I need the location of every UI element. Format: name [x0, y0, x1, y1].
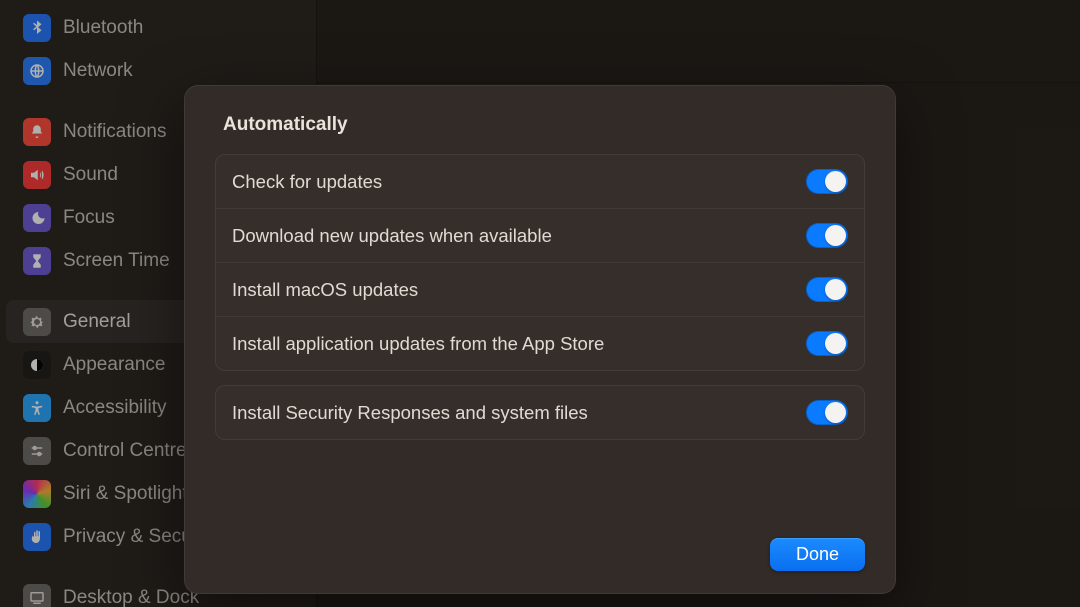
sidebar-item-bluetooth[interactable]: Bluetooth [6, 6, 306, 49]
sidebar-item-label: Sound [63, 164, 118, 186]
setting-label: Download new updates when available [232, 225, 552, 247]
sidebar-item-label: Bluetooth [63, 17, 143, 39]
done-button[interactable]: Done [770, 538, 865, 571]
software-update-sheet: Automatically Check for updates Download… [184, 85, 896, 594]
globe-icon [23, 57, 51, 85]
setting-row-install-app-store: Install application updates from the App… [216, 316, 864, 370]
setting-row-download-updates: Download new updates when available [216, 208, 864, 262]
sidebar-item-label: Focus [63, 207, 115, 229]
auto-update-group-2: Install Security Responses and system fi… [215, 385, 865, 440]
hand-icon [23, 523, 51, 551]
sidebar-item-label: Accessibility [63, 397, 166, 419]
toggle-download-updates[interactable] [806, 223, 848, 248]
accessibility-icon [23, 394, 51, 422]
dock-icon [23, 584, 51, 607]
speaker-icon [23, 161, 51, 189]
setting-label: Install macOS updates [232, 279, 418, 301]
toggle-install-macos[interactable] [806, 277, 848, 302]
setting-row-install-macos: Install macOS updates [216, 262, 864, 316]
sidebar-item-label: Appearance [63, 354, 165, 376]
setting-label: Install application updates from the App… [232, 333, 604, 355]
setting-row-check-updates: Check for updates [216, 155, 864, 208]
setting-label: Install Security Responses and system fi… [232, 402, 588, 424]
sidebar-item-label: Network [63, 60, 133, 82]
sidebar-item-label: Control Centre [63, 440, 187, 462]
sliders-icon [23, 437, 51, 465]
divider [317, 82, 1080, 83]
auto-update-group-1: Check for updates Download new updates w… [215, 154, 865, 371]
setting-row-security-responses: Install Security Responses and system fi… [216, 386, 864, 439]
sidebar-item-label: Notifications [63, 121, 167, 143]
sidebar-item-label: Desktop & Dock [63, 587, 199, 607]
sidebar-item-label: General [63, 311, 131, 333]
sidebar-item-label: Siri & Spotlight [63, 483, 188, 505]
moon-icon [23, 204, 51, 232]
siri-icon [23, 480, 51, 508]
sidebar-item-label: Screen Time [63, 250, 170, 272]
toggle-install-app-store[interactable] [806, 331, 848, 356]
toggle-check-updates[interactable] [806, 169, 848, 194]
bluetooth-icon [23, 14, 51, 42]
gear-icon [23, 308, 51, 336]
hourglass-icon [23, 247, 51, 275]
contrast-icon [23, 351, 51, 379]
bell-icon [23, 118, 51, 146]
toggle-security-responses[interactable] [806, 400, 848, 425]
setting-label: Check for updates [232, 171, 382, 193]
sheet-title: Automatically [223, 114, 865, 136]
